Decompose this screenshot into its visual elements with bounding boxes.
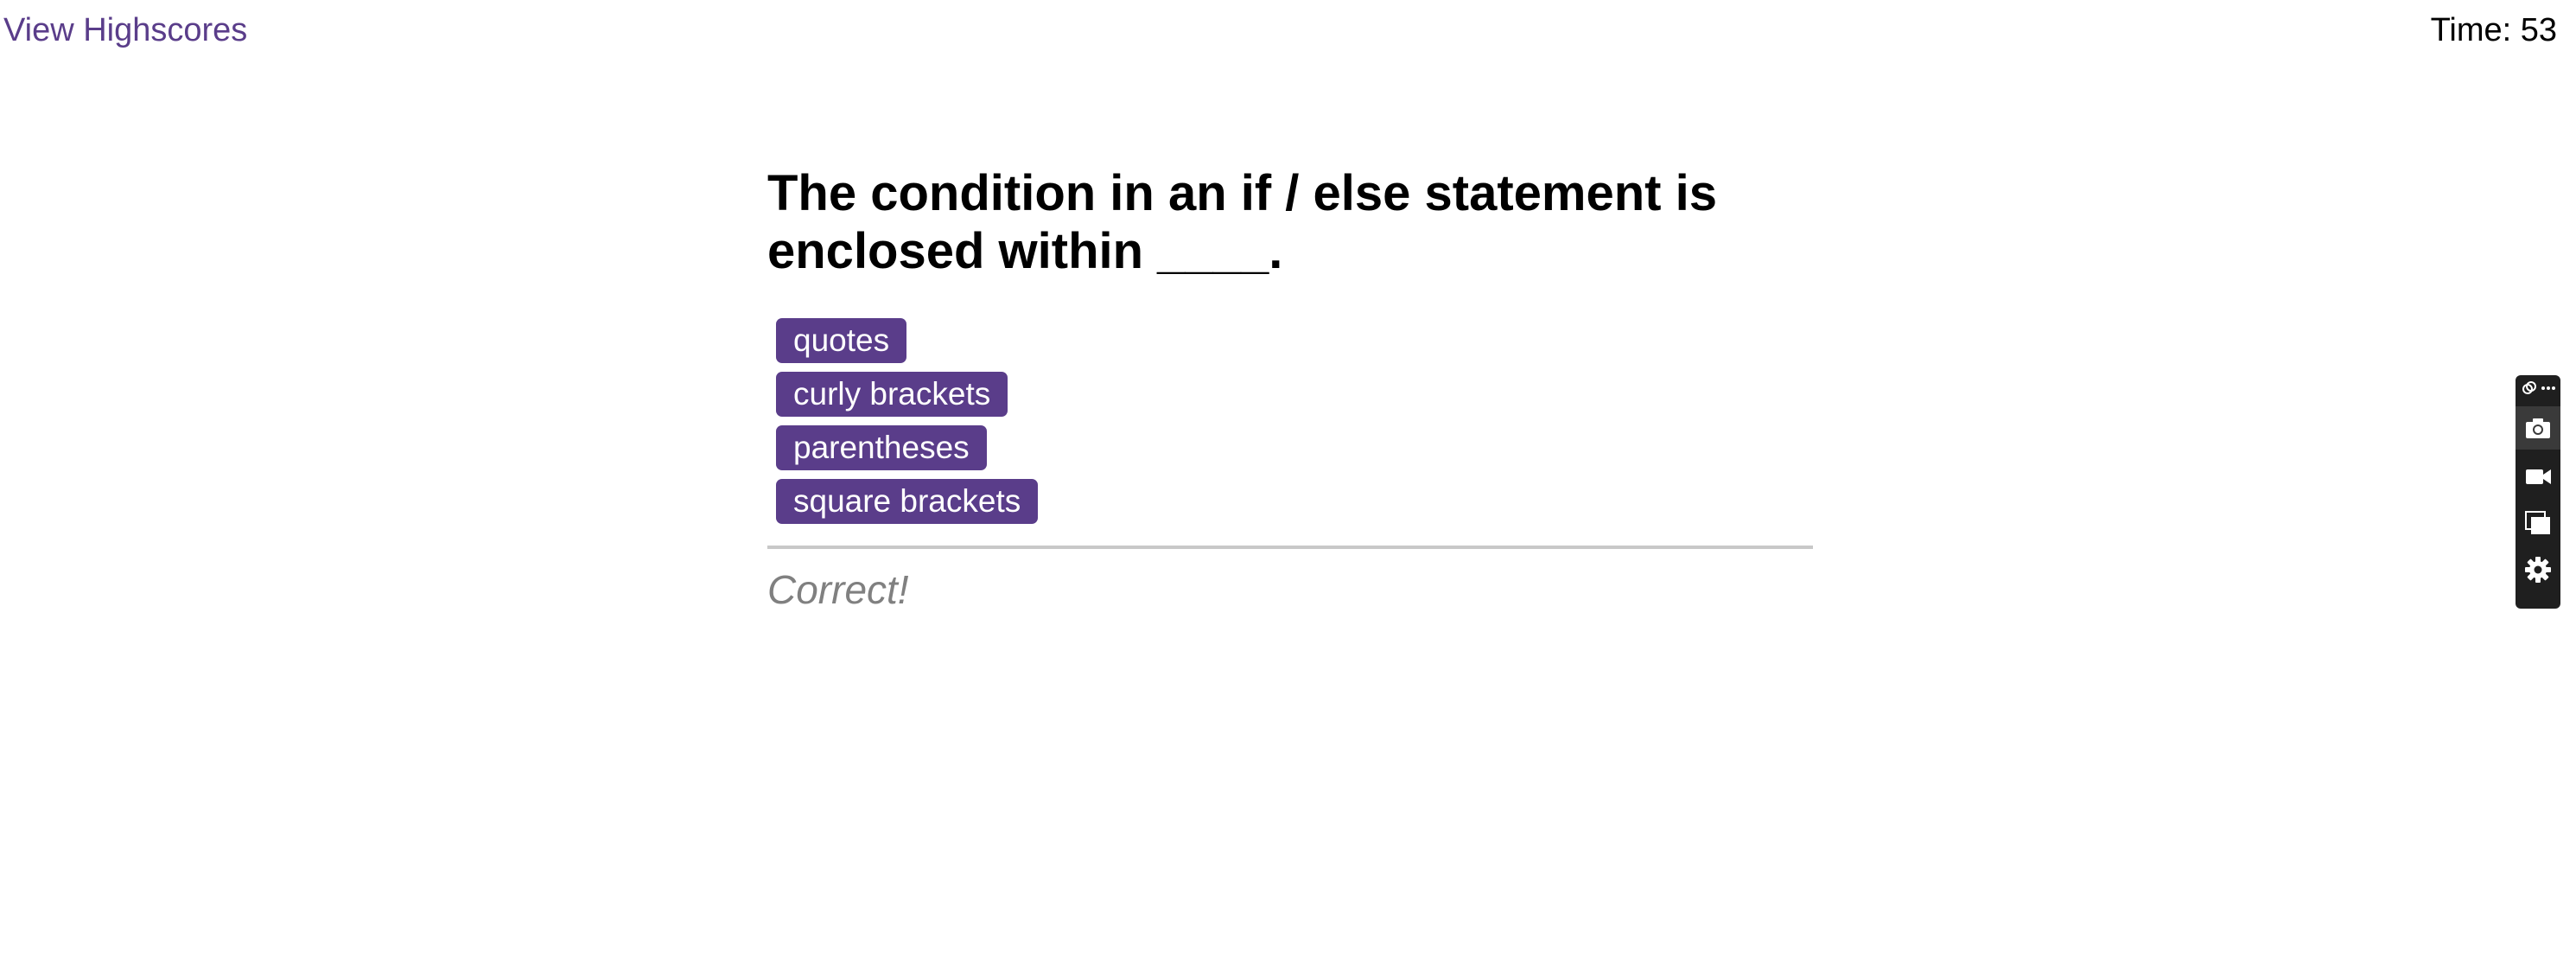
- video-icon[interactable]: [2524, 463, 2552, 490]
- choice-button-parentheses[interactable]: parentheses: [776, 425, 987, 470]
- choice-button-quotes[interactable]: quotes: [776, 318, 907, 363]
- gear-icon[interactable]: [2524, 556, 2552, 584]
- link-icon[interactable]: [2521, 380, 2538, 397]
- quiz-card: The condition in an if / else statement …: [767, 164, 1813, 613]
- feedback-text: Correct!: [767, 567, 909, 612]
- timer: Time: 53: [2430, 12, 2557, 48]
- more-icon[interactable]: [2540, 380, 2557, 397]
- choice-button-square-brackets[interactable]: square brackets: [776, 479, 1039, 524]
- camera-icon[interactable]: [2524, 414, 2552, 442]
- choice-item: curly brackets: [776, 372, 1813, 417]
- view-highscores-link[interactable]: View Highscores: [3, 12, 247, 49]
- choice-item: quotes: [776, 318, 1813, 363]
- choice-button-curly-brackets[interactable]: curly brackets: [776, 372, 1008, 417]
- page: View Highscores Time: 53 The condition i…: [0, 0, 2576, 970]
- choice-item: square brackets: [776, 479, 1813, 524]
- feedback-divider: [767, 546, 1813, 549]
- choice-list: quotes curly brackets parentheses square…: [776, 318, 1813, 524]
- choice-item: parentheses: [776, 425, 1813, 470]
- screen-capture-toolbar: [2516, 375, 2560, 609]
- window-icon[interactable]: [2524, 509, 2552, 537]
- toolbar-header: [2516, 375, 2560, 399]
- question-text: The condition in an if / else statement …: [767, 165, 1717, 279]
